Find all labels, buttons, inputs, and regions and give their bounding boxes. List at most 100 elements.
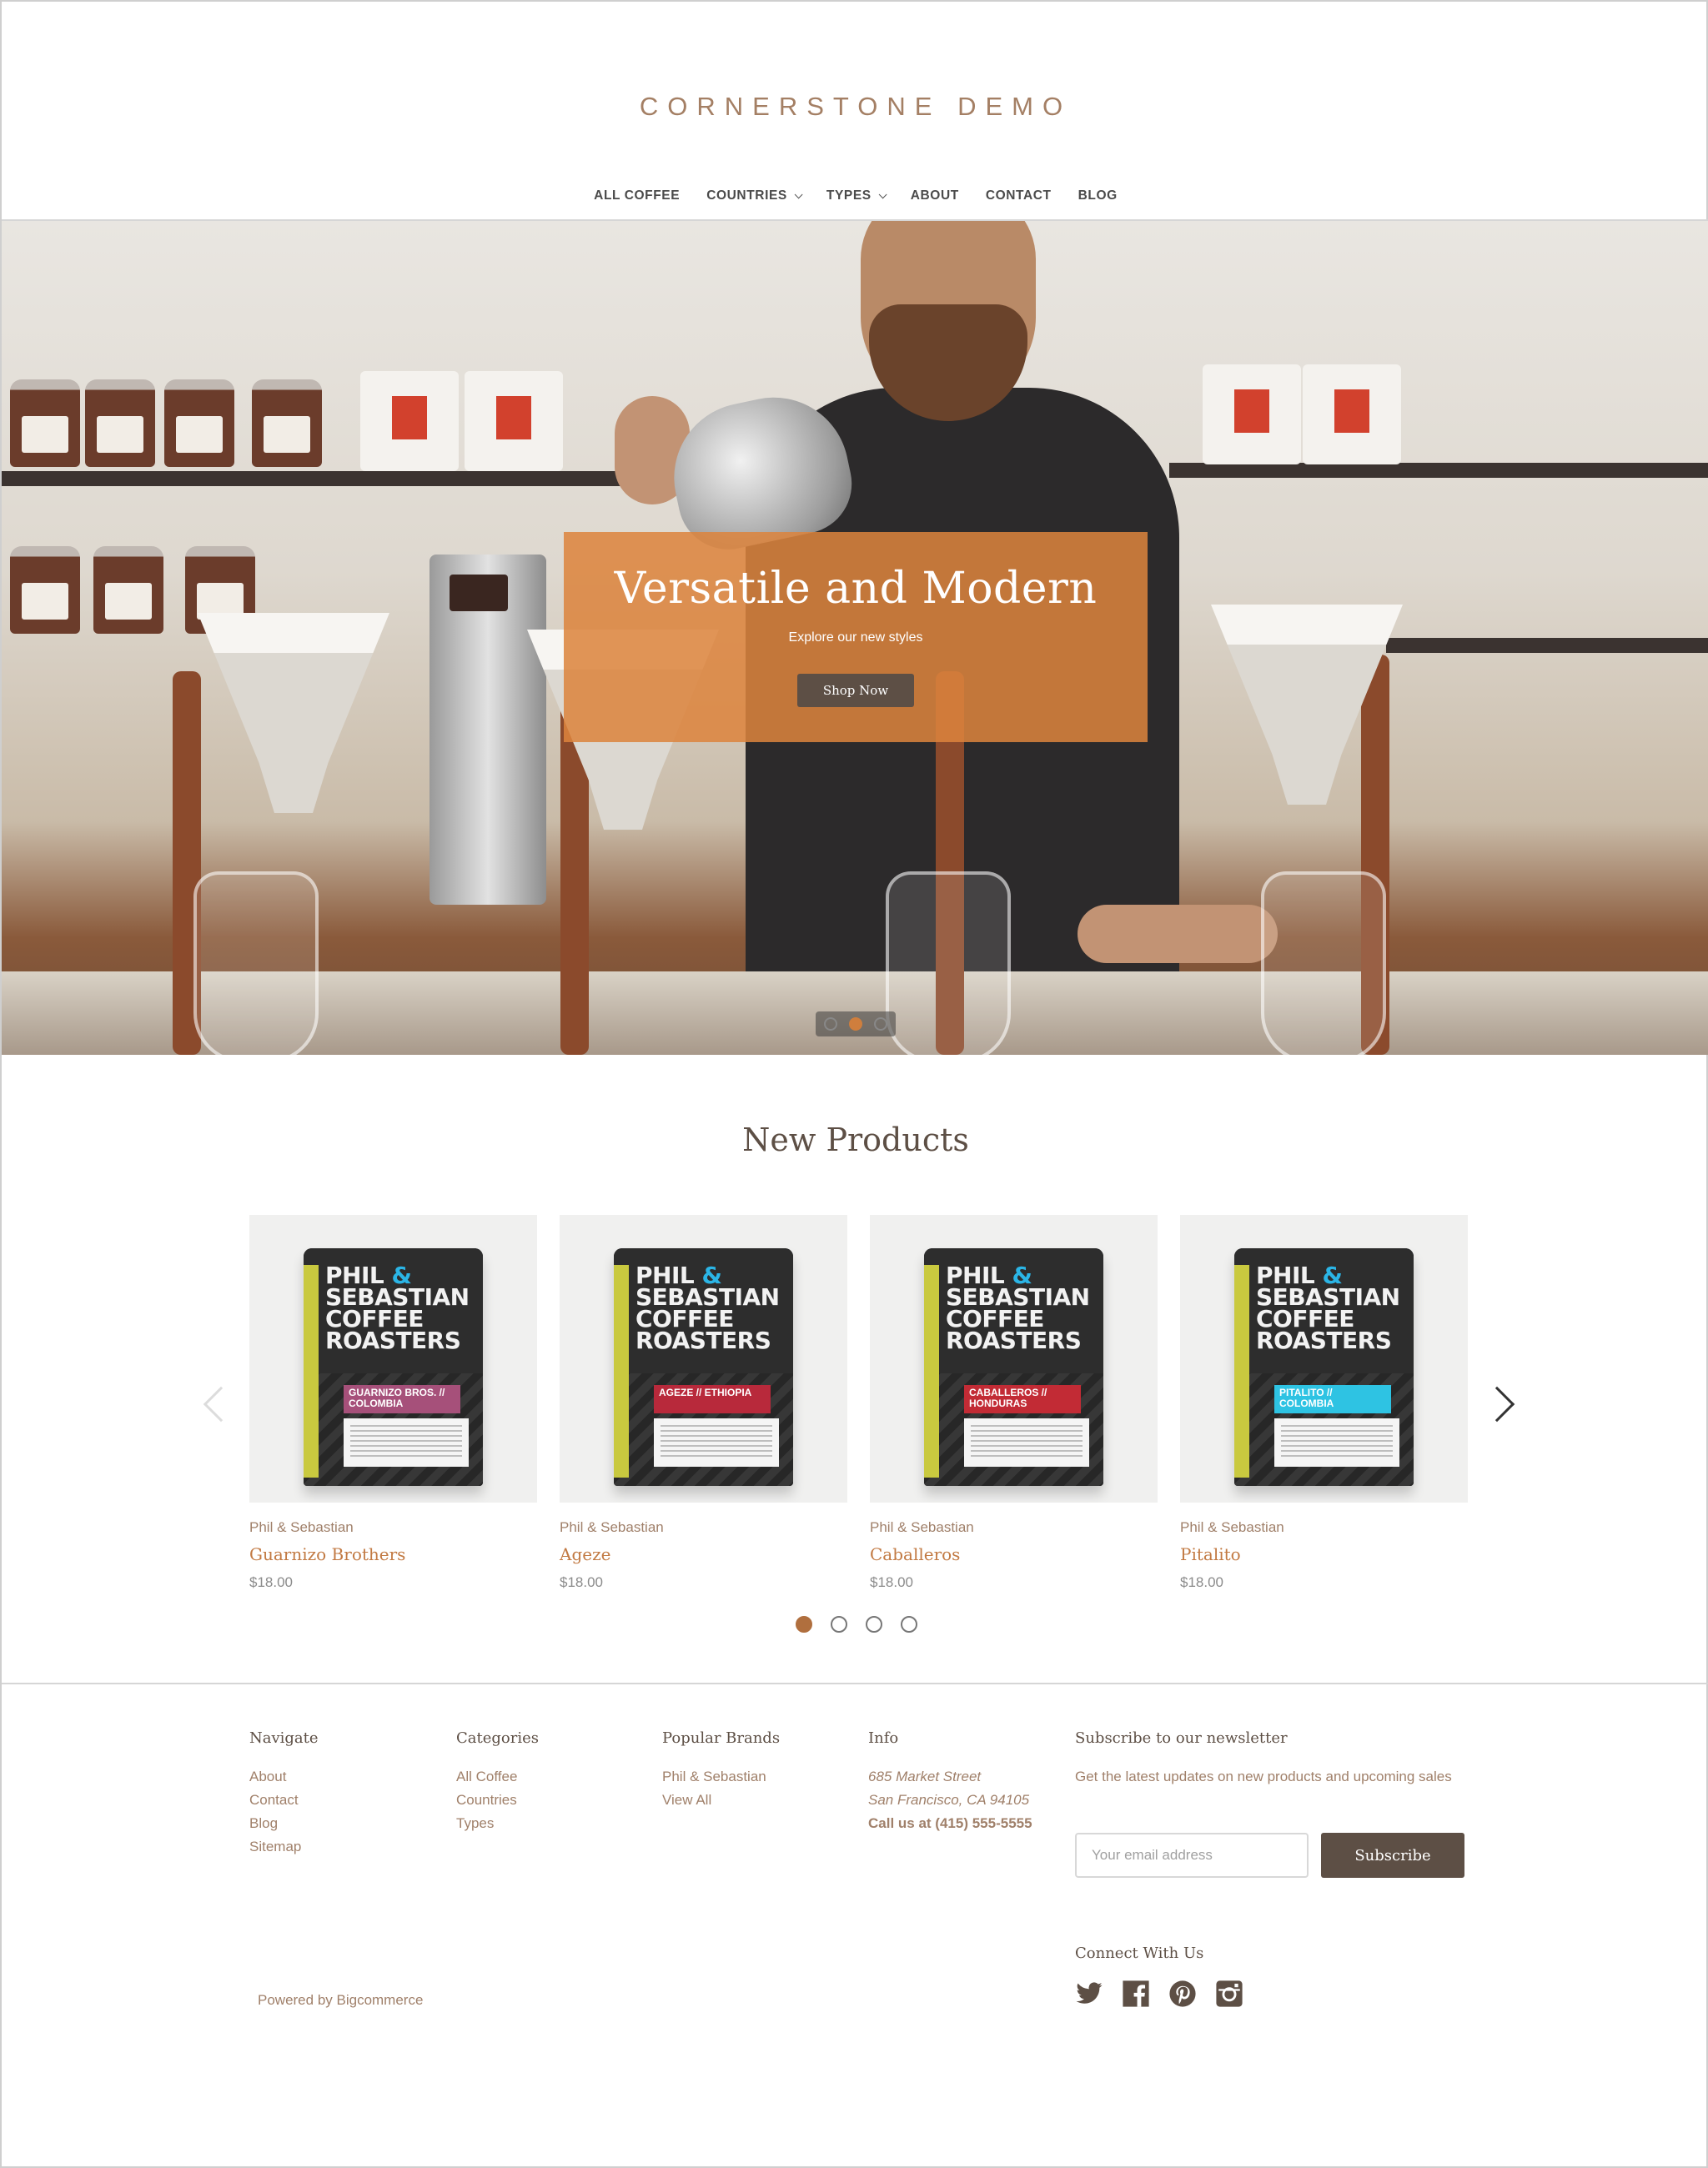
- footer-divider: [2, 1683, 1708, 1684]
- footer-info: Info 685 Market Street San Francisco, CA…: [868, 1729, 1035, 1835]
- product-card[interactable]: PHIL & SEBASTIAN COFFEE ROASTERS GUARNIZO B…: [249, 1215, 537, 1591]
- footer-link-countries[interactable]: Countries: [456, 1789, 539, 1812]
- pinterest-icon[interactable]: [1168, 1980, 1197, 2008]
- newsletter-email-input[interactable]: [1075, 1833, 1309, 1878]
- bag-brand-text: PHIL & SEBASTIAN COFFEE ROASTERS: [635, 1262, 780, 1354]
- page: CORNERSTONE DEMO ALL COFFEE COUNTRIES TY…: [0, 0, 1708, 2168]
- product-card[interactable]: PHIL & SEBASTIAN COFFEE ROASTERS AGEZE // E…: [560, 1215, 847, 1591]
- footer-address-line: San Francisco, CA 94105: [868, 1792, 1030, 1808]
- nav-label: BLOG: [1078, 188, 1118, 203]
- coffee-bag-image: PHIL & SEBASTIAN COFFEE ROASTERS AGEZE // E…: [614, 1248, 793, 1486]
- nav-label: COUNTRIES: [706, 188, 787, 203]
- footer-address-line: 685 Market Street: [868, 1769, 982, 1784]
- nav-label: ABOUT: [910, 188, 959, 203]
- product-card[interactable]: PHIL & SEBASTIAN COFFEE ROASTERS CABALLEROS…: [870, 1215, 1158, 1591]
- slide-dot[interactable]: [824, 1017, 837, 1031]
- footer-newsletter: Subscribe to our newsletter Get the late…: [1075, 1729, 1459, 1789]
- footer-brands: Popular Brands Phil & Sebastian View All: [662, 1729, 780, 1812]
- coffee-bag-image: PHIL & SEBASTIAN COFFEE ROASTERS GUARNIZO B…: [304, 1248, 483, 1486]
- carousel-next-arrow-icon[interactable]: [1479, 1386, 1515, 1423]
- page-dot[interactable]: [831, 1616, 847, 1633]
- product-name[interactable]: Guarnizo Brothers: [249, 1544, 537, 1564]
- powered-by-link[interactable]: Powered by Bigcommerce: [258, 1992, 423, 2009]
- footer-heading: Navigate: [249, 1729, 319, 1747]
- footer-link-sitemap[interactable]: Sitemap: [249, 1835, 319, 1859]
- hero-carousel: Versatile and Modern Explore our new sty…: [2, 221, 1708, 1055]
- product-name[interactable]: Pitalito: [1180, 1544, 1468, 1564]
- nav-label: CONTACT: [985, 188, 1052, 203]
- chevron-down-icon: [878, 189, 887, 198]
- page-dot-active[interactable]: [796, 1616, 812, 1633]
- product-name[interactable]: Caballeros: [870, 1544, 1158, 1564]
- hero-subtitle: Explore our new styles: [788, 630, 923, 645]
- instagram-icon[interactable]: [1215, 1980, 1243, 2008]
- hero-title: Versatile and Modern: [614, 564, 1098, 614]
- footer-link-blog[interactable]: Blog: [249, 1812, 319, 1835]
- product-image[interactable]: PHIL & SEBASTIAN COFFEE ROASTERS CABALLEROS…: [870, 1215, 1158, 1503]
- hero-slide-indicators: [816, 1011, 896, 1036]
- bag-brand-text: PHIL & SEBASTIAN COFFEE ROASTERS: [325, 1262, 470, 1354]
- footer-link-all-coffee[interactable]: All Coffee: [456, 1765, 539, 1789]
- carousel-prev-arrow-icon[interactable]: [203, 1386, 239, 1423]
- footer-heading: Categories: [456, 1729, 539, 1747]
- bag-origin-label: GUARNIZO BROS. // COLOMBIA: [344, 1385, 460, 1413]
- product-image[interactable]: PHIL & SEBASTIAN COFFEE ROASTERS GUARNIZO B…: [249, 1215, 537, 1503]
- footer-heading: Info: [868, 1729, 899, 1747]
- nav-label: ALL COFFEE: [594, 188, 681, 203]
- product-carousel: PHIL & SEBASTIAN COFFEE ROASTERS GUARNIZO B…: [249, 1215, 1468, 1591]
- hero-caption-box: Versatile and Modern Explore our new sty…: [564, 532, 1148, 742]
- chevron-down-icon: [794, 189, 803, 198]
- bag-origin-label: AGEZE // ETHIOPIA: [654, 1385, 771, 1413]
- product-price: $18.00: [1180, 1574, 1223, 1590]
- twitter-icon[interactable]: [1075, 1980, 1103, 2008]
- product-image[interactable]: PHIL & SEBASTIAN COFFEE ROASTERS PITALITO /…: [1180, 1215, 1468, 1503]
- slide-dot[interactable]: [874, 1017, 887, 1031]
- nav-all-coffee[interactable]: ALL COFFEE: [580, 188, 693, 203]
- footer-link-contact[interactable]: Contact: [249, 1789, 319, 1812]
- footer-phone[interactable]: Call us at (415) 555-5555: [868, 1812, 1035, 1835]
- shop-now-button[interactable]: Shop Now: [797, 674, 914, 707]
- product-brand[interactable]: Phil & Sebastian: [1180, 1519, 1468, 1536]
- subscribe-button[interactable]: Subscribe: [1321, 1833, 1464, 1878]
- footer-link-types[interactable]: Types: [456, 1812, 539, 1835]
- footer-link-view-all[interactable]: View All: [662, 1789, 780, 1812]
- social-links: [1075, 1980, 1243, 2008]
- footer-heading: Subscribe to our newsletter: [1075, 1729, 1288, 1747]
- nav-contact[interactable]: CONTACT: [972, 188, 1065, 203]
- product-card[interactable]: PHIL & SEBASTIAN COFFEE ROASTERS PITALITO /…: [1180, 1215, 1468, 1591]
- product-brand[interactable]: Phil & Sebastian: [249, 1519, 537, 1536]
- store-logo[interactable]: CORNERSTONE DEMO: [2, 92, 1708, 122]
- bag-origin-label: PITALITO // COLOMBIA: [1274, 1385, 1391, 1413]
- product-image[interactable]: PHIL & SEBASTIAN COFFEE ROASTERS AGEZE // E…: [560, 1215, 847, 1503]
- coffee-bag-image: PHIL & SEBASTIAN COFFEE ROASTERS CABALLEROS…: [924, 1248, 1103, 1486]
- bag-brand-text: PHIL & SEBASTIAN COFFEE ROASTERS: [946, 1262, 1090, 1354]
- footer-categories: Categories All Coffee Countries Types: [456, 1729, 539, 1835]
- product-brand[interactable]: Phil & Sebastian: [870, 1519, 1158, 1536]
- connect-heading: Connect With Us: [1075, 1945, 1204, 1962]
- page-dot[interactable]: [901, 1616, 917, 1633]
- coffee-bag-image: PHIL & SEBASTIAN COFFEE ROASTERS PITALITO /…: [1234, 1248, 1414, 1486]
- facebook-icon[interactable]: [1122, 1980, 1150, 2008]
- bag-brand-text: PHIL & SEBASTIAN COFFEE ROASTERS: [1256, 1262, 1400, 1354]
- nav-blog[interactable]: BLOG: [1065, 188, 1131, 203]
- product-name[interactable]: Ageze: [560, 1544, 847, 1564]
- nav-countries[interactable]: COUNTRIES: [693, 188, 813, 203]
- product-price: $18.00: [249, 1574, 293, 1590]
- nav-label: TYPES: [826, 188, 872, 203]
- footer-link-about[interactable]: About: [249, 1765, 319, 1789]
- page-dot[interactable]: [866, 1616, 882, 1633]
- main-nav: ALL COFFEE COUNTRIES TYPES ABOUT CONTACT…: [2, 188, 1708, 203]
- nav-about[interactable]: ABOUT: [897, 188, 972, 203]
- nav-types[interactable]: TYPES: [813, 188, 897, 203]
- new-products-heading: New Products: [742, 1122, 969, 1158]
- product-brand[interactable]: Phil & Sebastian: [560, 1519, 847, 1536]
- slide-dot-active[interactable]: [849, 1017, 862, 1031]
- newsletter-description: Get the latest updates on new products a…: [1075, 1769, 1452, 1784]
- product-price: $18.00: [560, 1574, 603, 1590]
- bag-origin-label: CABALLEROS // HONDURAS: [964, 1385, 1081, 1413]
- product-carousel-pagination: [796, 1616, 917, 1633]
- footer-heading: Popular Brands: [662, 1729, 781, 1747]
- product-price: $18.00: [870, 1574, 913, 1590]
- footer-link-phil-sebastian[interactable]: Phil & Sebastian: [662, 1765, 780, 1789]
- footer-navigate: Navigate About Contact Blog Sitemap: [249, 1729, 319, 1859]
